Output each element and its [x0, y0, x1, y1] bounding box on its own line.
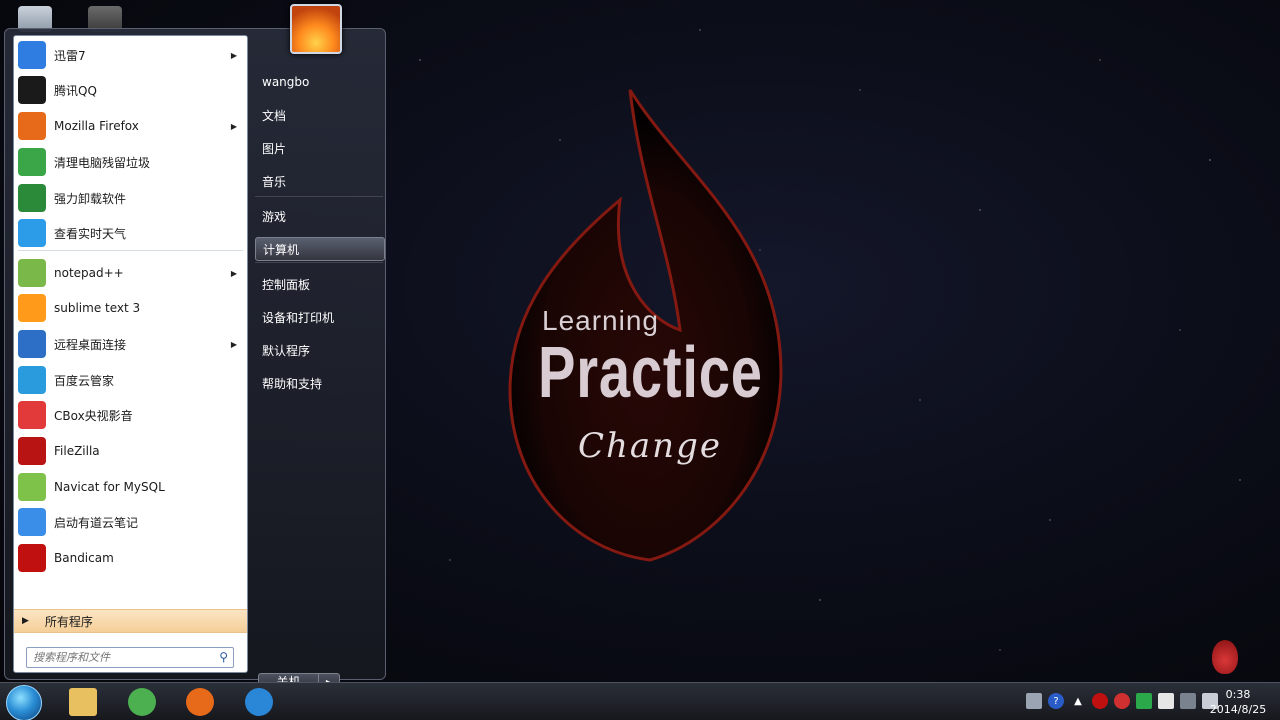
program-label: CBox央视影音: [54, 408, 133, 423]
start-menu-music[interactable]: 音乐: [255, 169, 385, 193]
uninstall-icon: [18, 184, 46, 212]
bandicam-icon: [18, 544, 46, 572]
program-item[interactable]: 清理电脑残留垃圾: [14, 145, 247, 179]
start-menu-default-programs[interactable]: 默认程序: [255, 338, 385, 362]
all-programs-button[interactable]: ▶ 所有程序: [14, 609, 247, 633]
program-label: sublime text 3: [54, 301, 141, 315]
start-menu-pictures[interactable]: 图片: [255, 136, 385, 160]
start-menu: 迅雷7 ▶ 腾讯QQ Mozilla Firefox ▶ 清理电脑残留垃圾 强力卸载软件 查看…: [4, 28, 386, 692]
program-item[interactable]: sublime text 3: [14, 291, 247, 325]
program-label: 清理电脑残留垃圾: [54, 155, 151, 170]
triangle-right-icon: ▶: [22, 616, 29, 626]
program-item[interactable]: 百度云管家: [14, 363, 247, 397]
submenu-arrow-icon[interactable]: ▶: [231, 122, 237, 131]
program-label: Mozilla Firefox: [54, 119, 139, 133]
program-item[interactable]: 查看实时天气: [14, 216, 247, 250]
program-label: Navicat for MySQL: [54, 480, 165, 494]
sublime-icon: [18, 294, 46, 322]
program-label: 腾讯QQ: [54, 83, 97, 98]
xunlei-icon: [18, 41, 46, 69]
program-label: 迅雷7: [54, 48, 86, 63]
program-item[interactable]: notepad++ ▶: [14, 256, 247, 290]
start-menu-computer[interactable]: 计算机: [255, 237, 385, 261]
user-avatar[interactable]: [290, 4, 342, 54]
program-item[interactable]: Mozilla Firefox ▶: [14, 109, 247, 143]
taskbar-app[interactable]: [242, 687, 276, 717]
start-button[interactable]: [6, 685, 42, 720]
clock[interactable]: 0:38 2014/8/25: [1208, 687, 1268, 717]
help-icon[interactable]: ?: [1048, 693, 1064, 709]
program-item[interactable]: 迅雷7 ▶: [14, 38, 247, 72]
remote-desktop-icon: [18, 330, 46, 358]
start-menu-help-support[interactable]: 帮助和支持: [255, 371, 385, 395]
program-item[interactable]: 启动有道云笔记: [14, 505, 247, 539]
cbox-icon: [18, 401, 46, 429]
search-input[interactable]: [33, 648, 213, 667]
submenu-arrow-icon[interactable]: ▶: [231, 269, 237, 278]
taskbar-app[interactable]: [66, 687, 100, 717]
chrome-icon: [128, 688, 156, 716]
record-icon[interactable]: [1092, 693, 1108, 709]
flag-icon[interactable]: [1158, 693, 1174, 709]
taskbar-app[interactable]: [125, 687, 159, 717]
navicat-icon: [18, 473, 46, 501]
firefox-icon: [186, 688, 214, 716]
firefox-icon: [18, 112, 46, 140]
submenu-arrow-icon[interactable]: ▶: [231, 51, 237, 60]
program-item[interactable]: 远程桌面连接 ▶: [14, 327, 247, 361]
program-list-pane: 迅雷7 ▶ 腾讯QQ Mozilla Firefox ▶ 清理电脑残留垃圾 强力卸载软件 查看…: [13, 35, 248, 673]
program-label: 强力卸载软件: [54, 191, 127, 206]
program-label: 查看实时天气: [54, 226, 127, 241]
app-tray-icon[interactable]: [1136, 693, 1152, 709]
start-menu-devices-printers[interactable]: 设备和打印机: [255, 305, 385, 329]
youdao-note-icon: [18, 508, 46, 536]
search-icon[interactable]: ⚲: [219, 650, 228, 664]
program-item[interactable]: FileZilla: [14, 434, 247, 468]
search-box[interactable]: ⚲: [26, 647, 234, 668]
program-label: notepad++: [54, 266, 124, 280]
corner-flame-icon: [1212, 640, 1238, 674]
taskbar: ? ▲ 0:38 2014/8/25: [0, 682, 1280, 720]
submenu-arrow-icon[interactable]: ▶: [231, 340, 237, 349]
start-menu-user-name[interactable]: wangbo: [255, 70, 385, 94]
weather-icon: [18, 219, 46, 247]
program-item[interactable]: CBox央视影音: [14, 398, 247, 432]
program-item[interactable]: 强力卸载软件: [14, 181, 247, 215]
taskbar-app[interactable]: [183, 687, 217, 717]
tray-overflow-icon[interactable]: ▲: [1070, 693, 1086, 709]
all-programs-label: 所有程序: [44, 614, 93, 629]
start-menu-documents[interactable]: 文档: [255, 103, 385, 127]
program-label: Bandicam: [54, 551, 114, 565]
filezilla-icon: [18, 437, 46, 465]
program-item[interactable]: Navicat for MySQL: [14, 470, 247, 504]
qq-icon: [18, 76, 46, 104]
ie-icon: [245, 688, 273, 716]
baidu-cloud-icon: [18, 366, 46, 394]
clock-date: 2014/8/25: [1209, 703, 1267, 716]
program-item[interactable]: Bandicam: [14, 541, 247, 575]
keyboard-icon[interactable]: [1026, 693, 1042, 709]
separator: [18, 250, 243, 251]
clock-time: 0:38: [1225, 688, 1251, 701]
recycle-icon: [18, 148, 46, 176]
explorer-icon: [69, 688, 97, 716]
network-monitor-icon[interactable]: [1114, 693, 1130, 709]
separator: [255, 196, 383, 197]
start-menu-games[interactable]: 游戏: [255, 204, 385, 228]
logo-practice-text: Practice: [538, 333, 763, 413]
notepad-icon: [18, 259, 46, 287]
signal-icon[interactable]: [1180, 693, 1196, 709]
system-tray: ? ▲: [1026, 693, 1218, 709]
program-label: 百度云管家: [54, 373, 115, 388]
program-label: FileZilla: [54, 444, 100, 458]
logo-change-text: Change: [578, 426, 722, 466]
separator: [255, 262, 383, 263]
program-label: 远程桌面连接: [54, 337, 127, 352]
program-label: 启动有道云笔记: [54, 515, 139, 530]
start-menu-control-panel[interactable]: 控制面板: [255, 272, 385, 296]
program-item[interactable]: 腾讯QQ: [14, 73, 247, 107]
